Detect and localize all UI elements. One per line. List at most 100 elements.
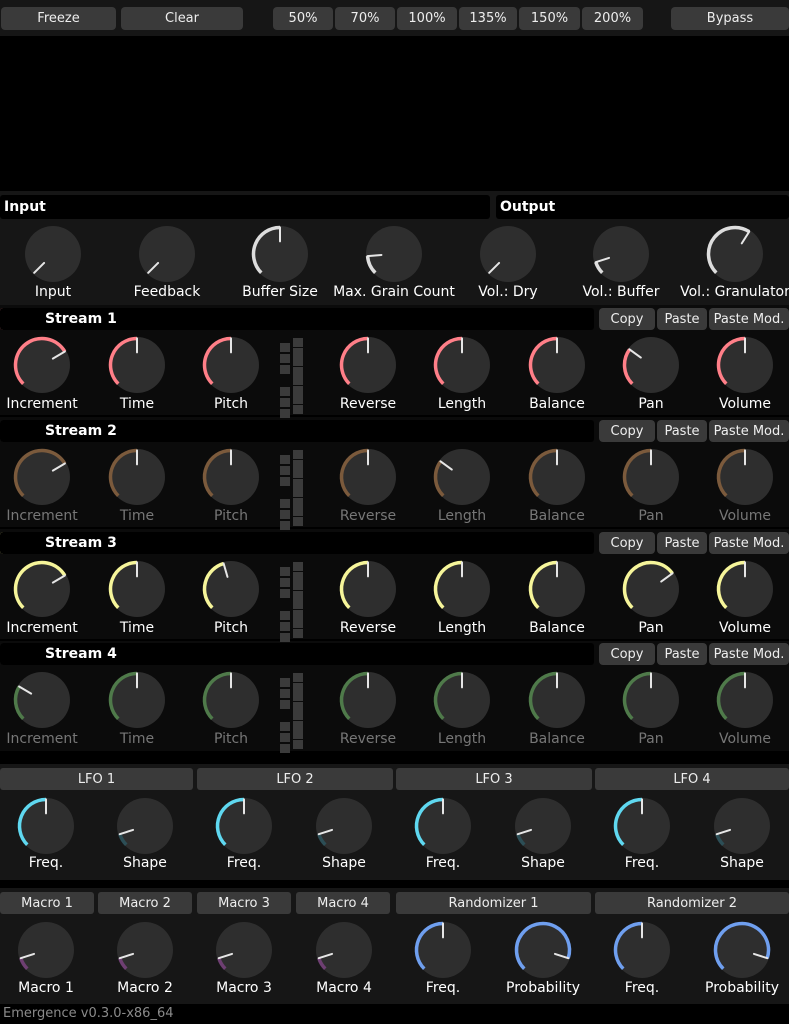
lfo-2-knob-2[interactable] (311, 793, 377, 859)
lfo-4-knob-2[interactable] (709, 793, 775, 859)
freeze-button[interactable]: Freeze (1, 7, 116, 30)
stream-2-paste-button[interactable]: Paste (657, 420, 707, 442)
lfo-1-knob-2[interactable] (112, 793, 178, 859)
randomizer-2-knob-2[interactable] (709, 917, 775, 983)
stream-3-copy-button[interactable]: Copy (599, 532, 655, 554)
randomizer-knob-label: Probability (505, 980, 581, 996)
stream-4-paste-mod-button[interactable]: Paste Mod. (709, 643, 789, 665)
zoom-50-button[interactable]: 50% (273, 7, 333, 30)
randomizer-1-knob-1[interactable] (410, 917, 476, 983)
stream-knob-label: Time (119, 508, 155, 524)
io-knob-1[interactable] (20, 221, 86, 287)
stream-3-knob-7[interactable] (618, 556, 684, 622)
lfo-1-knob-1[interactable] (13, 793, 79, 859)
stream-4-knob-4[interactable] (335, 667, 401, 733)
stream-2-grain-grid[interactable] (280, 450, 306, 530)
stream-2-knob-4[interactable] (335, 444, 401, 510)
clear-button[interactable]: Clear (121, 7, 243, 30)
randomizer-1-knob-2[interactable] (510, 917, 576, 983)
bypass-button[interactable]: Bypass (671, 7, 789, 30)
stream-2-knob-8[interactable] (712, 444, 778, 510)
stream-1-knob-2[interactable] (104, 332, 170, 398)
stream-3-grain-grid[interactable] (280, 562, 306, 642)
stream-knob-label: Increment (6, 731, 78, 747)
randomizer-2-knob-1[interactable] (609, 917, 675, 983)
waveform-display[interactable] (0, 36, 789, 191)
stream-4-knob-2[interactable] (104, 667, 170, 733)
macro-2-knob[interactable] (112, 917, 178, 983)
lfo-2-knob-1[interactable] (211, 793, 277, 859)
stream-1-knob-7[interactable] (618, 332, 684, 398)
zoom-150-button[interactable]: 150% (519, 7, 580, 30)
stream-knob-label: Volume (718, 620, 772, 636)
stream-1-grain-grid[interactable] (280, 338, 306, 418)
macro-1-knob[interactable] (13, 917, 79, 983)
stream-4-knob-8[interactable] (712, 667, 778, 733)
stream-1-knob-3[interactable] (198, 332, 264, 398)
input-section-header: Input (0, 195, 490, 219)
stream-1-paste-mod-button[interactable]: Paste Mod. (709, 308, 789, 330)
stream-3-knob-2[interactable] (104, 556, 170, 622)
stream-4-copy-button[interactable]: Copy (599, 643, 655, 665)
io-knob-7[interactable] (702, 221, 768, 287)
stream-knob-label: Balance (529, 731, 585, 747)
stream-3-knob-3[interactable] (198, 556, 264, 622)
stream-1-copy-button[interactable]: Copy (599, 308, 655, 330)
lfo-4-knob-1[interactable] (609, 793, 675, 859)
io-knob-6[interactable] (588, 221, 654, 287)
io-knob-label: Max. Grain Count (333, 284, 455, 300)
macro-2-header: Macro 2 (98, 892, 192, 914)
io-knob-2[interactable] (134, 221, 200, 287)
lfo-3-knob-2[interactable] (510, 793, 576, 859)
stream-4-knob-5[interactable] (429, 667, 495, 733)
stream-1-knob-4[interactable] (335, 332, 401, 398)
stream-4-knob-7[interactable] (618, 667, 684, 733)
stream-2-knob-1[interactable] (9, 444, 75, 510)
stream-knob-label: Length (437, 508, 487, 524)
stream-3-knob-8[interactable] (712, 556, 778, 622)
stream-2-knob-5[interactable] (429, 444, 495, 510)
zoom-135-button[interactable]: 135% (459, 7, 517, 30)
zoom-200-button[interactable]: 200% (582, 7, 643, 30)
stream-knob-label: Increment (6, 620, 78, 636)
stream-1-knob-6[interactable] (524, 332, 590, 398)
macro-4-knob[interactable] (311, 917, 377, 983)
stream-4-knob-1[interactable] (9, 667, 75, 733)
zoom-100-button[interactable]: 100% (397, 7, 457, 30)
stream-4-knob-3[interactable] (198, 667, 264, 733)
stream-3-paste-button[interactable]: Paste (657, 532, 707, 554)
stream-1-knob-1[interactable] (9, 332, 75, 398)
macro-3-knob[interactable] (211, 917, 277, 983)
stream-1-paste-button[interactable]: Paste (657, 308, 707, 330)
stream-3-knob-5[interactable] (429, 556, 495, 622)
io-knob-4[interactable] (361, 221, 427, 287)
macro-4-header: Macro 4 (296, 892, 390, 914)
stream-1-knob-5[interactable] (429, 332, 495, 398)
stream-knob-label: Volume (718, 508, 772, 524)
stream-3-paste-mod-button[interactable]: Paste Mod. (709, 532, 789, 554)
stream-knob-label: Pan (638, 396, 664, 412)
io-knob-5[interactable] (475, 221, 541, 287)
macro-knob-label: Macro 4 (316, 980, 372, 996)
io-knob-3[interactable] (247, 221, 313, 287)
stream-2-knob-3[interactable] (198, 444, 264, 510)
zoom-70-button[interactable]: 70% (335, 7, 395, 30)
stream-4-knob-6[interactable] (524, 667, 590, 733)
stream-4-paste-button[interactable]: Paste (657, 643, 707, 665)
stream-2-knob-2[interactable] (104, 444, 170, 510)
stream-3-knob-4[interactable] (335, 556, 401, 622)
lfo-2-header: LFO 2 (197, 768, 393, 790)
stream-1-knob-8[interactable] (712, 332, 778, 398)
stream-2-knob-6[interactable] (524, 444, 590, 510)
macro-knob-label: Macro 1 (18, 980, 74, 996)
stream-2-knob-7[interactable] (618, 444, 684, 510)
stream-4-grain-grid[interactable] (280, 673, 306, 753)
stream-3-knob-1[interactable] (9, 556, 75, 622)
stream-2-copy-button[interactable]: Copy (599, 420, 655, 442)
stream-knob-label: Time (119, 396, 155, 412)
lfo-1-header: LFO 1 (0, 768, 193, 790)
stream-knob-label: Balance (529, 620, 585, 636)
stream-2-paste-mod-button[interactable]: Paste Mod. (709, 420, 789, 442)
lfo-3-knob-1[interactable] (410, 793, 476, 859)
stream-3-knob-6[interactable] (524, 556, 590, 622)
